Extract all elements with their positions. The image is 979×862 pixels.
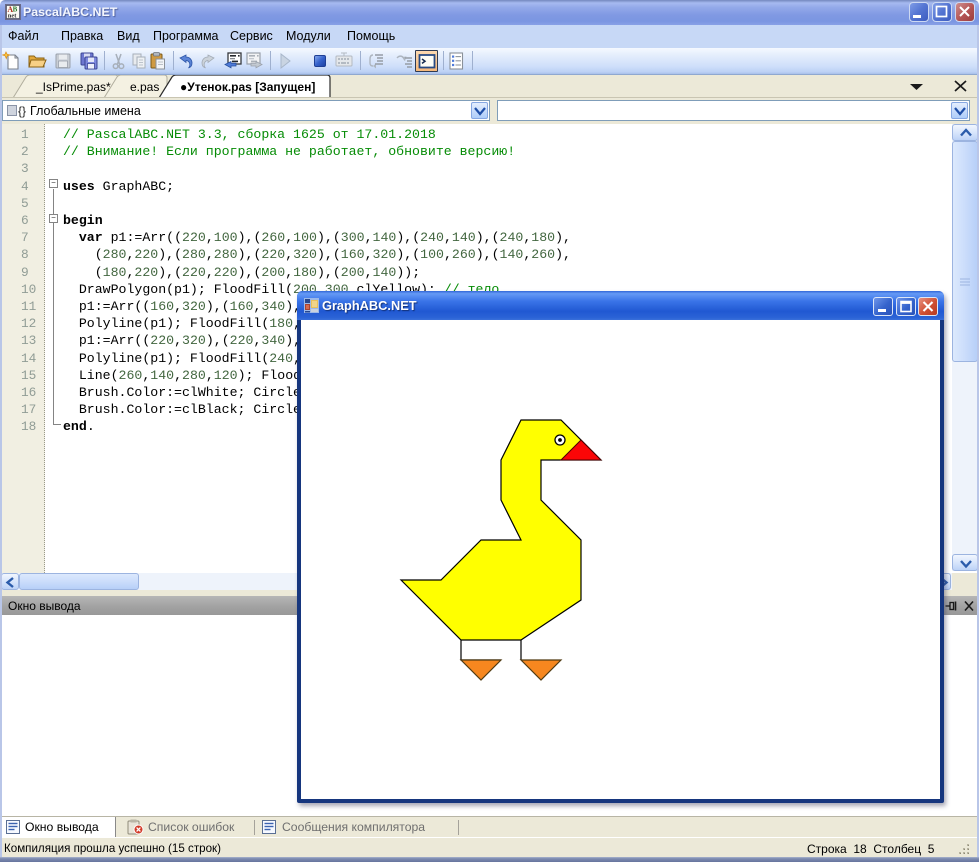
svg-text:e.pas: e.pas xyxy=(130,80,159,94)
svg-text:net: net xyxy=(8,13,18,20)
svg-text:_IsPrime.pas*: _IsPrime.pas* xyxy=(35,80,111,94)
svg-text:●Утенок.pas [Запущен]: ●Утенок.pas [Запущен] xyxy=(180,80,315,94)
